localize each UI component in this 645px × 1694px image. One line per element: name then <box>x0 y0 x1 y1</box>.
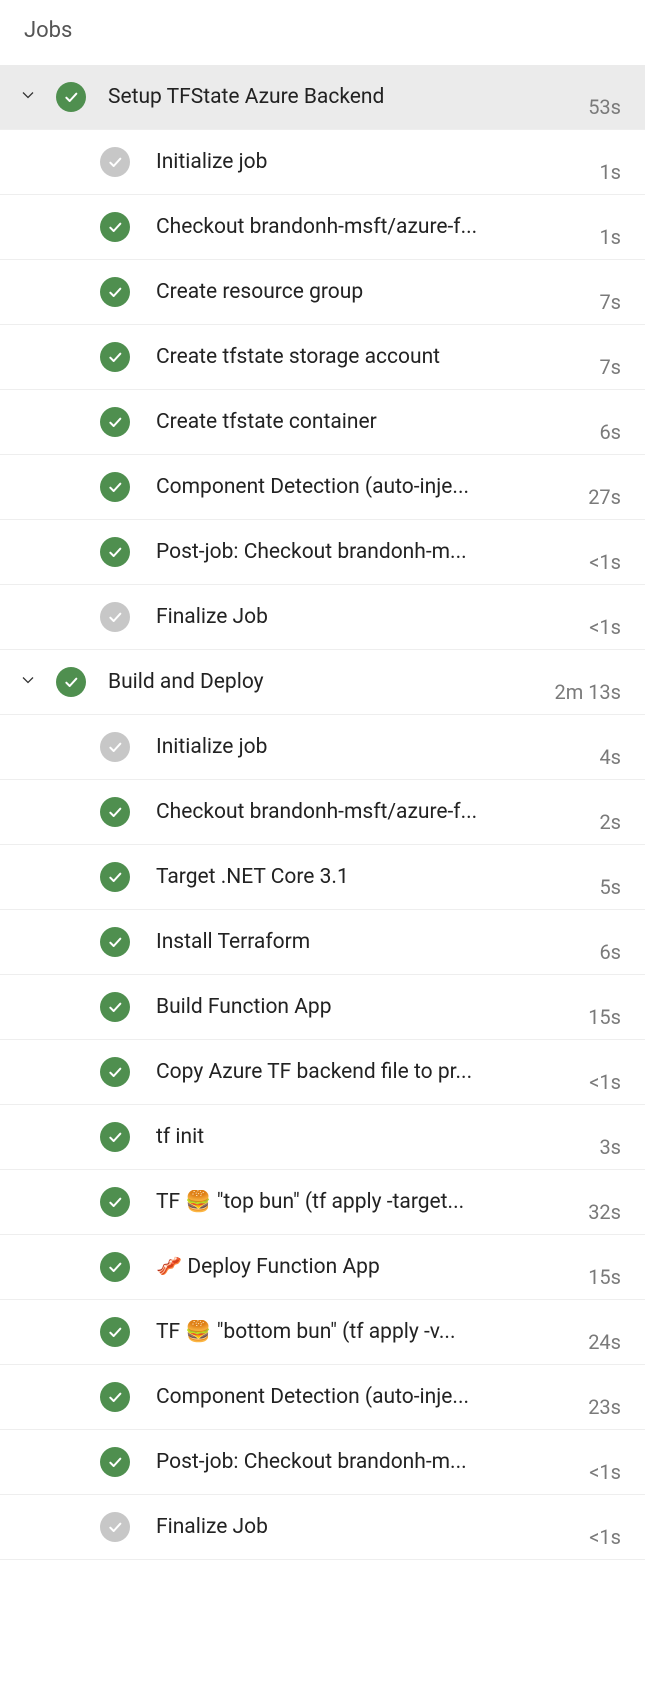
status-neutral-icon <box>100 732 130 762</box>
step-duration: <1s <box>561 1460 621 1494</box>
step-row[interactable]: Post-job: Checkout brandonh-m... <1s <box>0 520 645 585</box>
status-neutral-icon <box>100 602 130 632</box>
status-success-icon <box>100 797 130 827</box>
step-name: Target .NET Core 3.1 <box>156 865 545 889</box>
step-duration: 23s <box>561 1395 621 1429</box>
step-row[interactable]: Build Function App 15s <box>0 975 645 1040</box>
step-row[interactable]: Finalize Job <1s <box>0 585 645 650</box>
step-duration: 27s <box>561 485 621 519</box>
status-success-icon <box>100 472 130 502</box>
step-row[interactable]: Checkout brandonh-msft/azure-f... 2s <box>0 780 645 845</box>
step-name: Initialize job <box>156 150 545 174</box>
step-duration: 6s <box>561 940 621 974</box>
status-neutral-icon <box>100 1512 130 1542</box>
step-row[interactable]: Initialize job 4s <box>0 715 645 780</box>
step-duration: 32s <box>561 1200 621 1234</box>
status-success-icon <box>56 82 86 112</box>
step-row[interactable]: Create tfstate storage account 7s <box>0 325 645 390</box>
step-row[interactable]: TF 🍔 "top bun" (tf apply -target... 32s <box>0 1170 645 1235</box>
status-success-icon <box>100 212 130 242</box>
job-name: Build and Deploy <box>108 670 538 694</box>
step-name: Finalize Job <box>156 605 545 629</box>
step-row[interactable]: Post-job: Checkout brandonh-m... <1s <box>0 1430 645 1495</box>
job-row[interactable]: Setup TFState Azure Backend 53s <box>0 65 645 130</box>
step-name: tf init <box>156 1125 545 1149</box>
step-row[interactable]: Create resource group 7s <box>0 260 645 325</box>
step-name: Post-job: Checkout brandonh-m... <box>156 1450 545 1474</box>
step-name: TF 🍔 "bottom bun" (tf apply -v... <box>156 1320 545 1344</box>
status-success-icon <box>100 342 130 372</box>
status-success-icon <box>100 1317 130 1347</box>
step-name: Finalize Job <box>156 1515 545 1539</box>
status-success-icon <box>100 992 130 1022</box>
step-name: Component Detection (auto-inje... <box>156 475 545 499</box>
step-name: Create tfstate container <box>156 410 545 434</box>
step-duration: <1s <box>561 615 621 649</box>
step-row[interactable]: Checkout brandonh-msft/azure-f... 1s <box>0 195 645 260</box>
step-row[interactable]: Initialize job 1s <box>0 130 645 195</box>
step-name: TF 🍔 "top bun" (tf apply -target... <box>156 1190 545 1214</box>
step-duration: 15s <box>561 1005 621 1039</box>
job-duration: 53s <box>561 95 621 129</box>
step-row[interactable]: tf init 3s <box>0 1105 645 1170</box>
step-row[interactable]: Create tfstate container 6s <box>0 390 645 455</box>
step-duration: 3s <box>561 1135 621 1169</box>
job-row[interactable]: Build and Deploy 2m 13s <box>0 650 645 715</box>
step-name: Create tfstate storage account <box>156 345 545 369</box>
step-duration: <1s <box>561 550 621 584</box>
step-name: Initialize job <box>156 735 545 759</box>
step-name: Build Function App <box>156 995 545 1019</box>
step-row[interactable]: TF 🍔 "bottom bun" (tf apply -v... 24s <box>0 1300 645 1365</box>
step-row[interactable]: Component Detection (auto-inje... 27s <box>0 455 645 520</box>
step-duration: <1s <box>561 1525 621 1559</box>
job-duration: 2m 13s <box>554 680 621 714</box>
status-neutral-icon <box>100 147 130 177</box>
status-success-icon <box>100 1252 130 1282</box>
status-success-icon <box>100 1447 130 1477</box>
status-success-icon <box>100 1382 130 1412</box>
step-row[interactable]: 🥓 Deploy Function App 15s <box>0 1235 645 1300</box>
status-success-icon <box>100 1187 130 1217</box>
step-duration: 24s <box>561 1330 621 1364</box>
status-success-icon <box>100 537 130 567</box>
step-name: Install Terraform <box>156 930 545 954</box>
step-name: Create resource group <box>156 280 545 304</box>
step-duration: 5s <box>561 875 621 909</box>
step-row[interactable]: Install Terraform 6s <box>0 910 645 975</box>
step-duration: 15s <box>561 1265 621 1299</box>
step-row[interactable]: Component Detection (auto-inje... 23s <box>0 1365 645 1430</box>
step-name: Checkout brandonh-msft/azure-f... <box>156 800 545 824</box>
step-name: Copy Azure TF backend file to pr... <box>156 1060 545 1084</box>
step-duration: 7s <box>561 355 621 389</box>
status-success-icon <box>100 1122 130 1152</box>
status-success-icon <box>56 667 86 697</box>
step-row[interactable]: Finalize Job <1s <box>0 1495 645 1560</box>
step-duration: 1s <box>561 160 621 194</box>
status-success-icon <box>100 1057 130 1087</box>
step-name: Post-job: Checkout brandonh-m... <box>156 540 545 564</box>
chevron-down-icon <box>18 85 38 109</box>
step-duration: <1s <box>561 1070 621 1104</box>
step-name: 🥓 Deploy Function App <box>156 1255 545 1279</box>
step-name: Component Detection (auto-inje... <box>156 1385 545 1409</box>
chevron-down-icon <box>18 670 38 694</box>
step-duration: 4s <box>561 745 621 779</box>
step-duration: 2s <box>561 810 621 844</box>
step-duration: 6s <box>561 420 621 454</box>
step-name: Checkout brandonh-msft/azure-f... <box>156 215 545 239</box>
job-name: Setup TFState Azure Backend <box>108 85 545 109</box>
step-row[interactable]: Target .NET Core 3.1 5s <box>0 845 645 910</box>
step-row[interactable]: Copy Azure TF backend file to pr... <1s <box>0 1040 645 1105</box>
status-success-icon <box>100 862 130 892</box>
status-success-icon <box>100 927 130 957</box>
status-success-icon <box>100 277 130 307</box>
step-duration: 7s <box>561 290 621 324</box>
jobs-list: Setup TFState Azure Backend53sInitialize… <box>0 65 645 1560</box>
jobs-panel-header: Jobs <box>0 0 645 65</box>
step-duration: 1s <box>561 225 621 259</box>
status-success-icon <box>100 407 130 437</box>
